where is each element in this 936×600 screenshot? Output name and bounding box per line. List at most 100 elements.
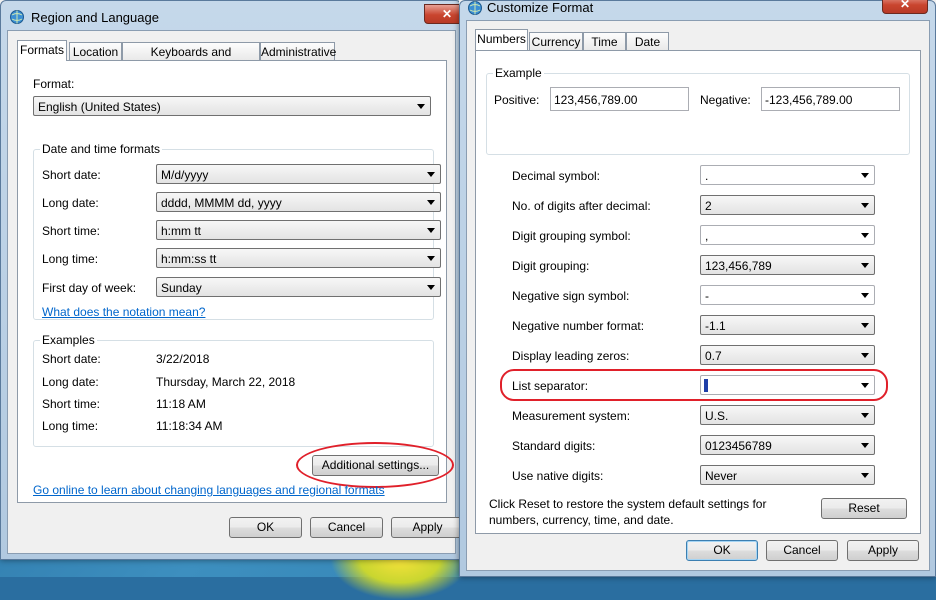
decimal-symbol-combo[interactable]: . [700, 165, 875, 185]
tab-currency[interactable]: Currency [529, 32, 583, 50]
customize-window-body: Numbers Currency Time Date Example Posit… [466, 20, 930, 571]
example-legend: Example [493, 66, 544, 80]
region-window-title: Region and Language [31, 10, 159, 25]
positive-example-field: 123,456,789.00 [550, 87, 689, 111]
negative-sign-symbol-value: - [705, 289, 709, 303]
reset-note-line-1: Click Reset to restore the system defaul… [489, 497, 767, 511]
format-label: Format: [33, 77, 75, 91]
tab-date[interactable]: Date [626, 32, 669, 50]
customize-close-button[interactable]: ✕ [882, 0, 928, 14]
example-short-time-label: Short time: [42, 397, 101, 411]
digits-after-decimal-value: 2 [705, 199, 712, 213]
digit-grouping-symbol-label: Digit grouping symbol: [512, 229, 631, 243]
example-short-date-label: Short date: [42, 352, 101, 366]
reset-note-line-2: numbers, currency, time, and date. [489, 513, 674, 527]
chevron-down-icon [861, 173, 869, 178]
example-long-time-label: Long time: [42, 419, 99, 433]
negative-example-field: -123,456,789.00 [761, 87, 900, 111]
negative-sign-symbol-combo[interactable]: - [700, 285, 875, 305]
native-digits-label: Use native digits: [512, 469, 604, 483]
additional-settings-highlight [296, 442, 454, 488]
example-group [486, 73, 910, 155]
tab-time[interactable]: Time [583, 32, 626, 50]
negative-label: Negative: [700, 93, 751, 107]
short-time-label: Short time: [42, 224, 101, 238]
leading-zeros-value: 0.7 [705, 349, 722, 363]
customize-apply-button[interactable]: Apply [847, 540, 919, 561]
tab-administrative[interactable]: Administrative [260, 42, 336, 60]
first-day-label: First day of week: [42, 281, 137, 295]
format-dropdown[interactable]: English (United States) [33, 96, 431, 116]
chevron-down-icon [427, 200, 435, 205]
standard-digits-dropdown[interactable]: 0123456789 [700, 435, 875, 455]
native-digits-dropdown[interactable]: Never [700, 465, 875, 485]
leading-zeros-dropdown[interactable]: 0.7 [700, 345, 875, 365]
measurement-system-dropdown[interactable]: U.S. [700, 405, 875, 425]
digit-grouping-value: 123,456,789 [705, 259, 772, 273]
measurement-system-value: U.S. [705, 409, 729, 423]
negative-number-format-value: -1.1 [705, 319, 726, 333]
list-separator-highlight [500, 369, 888, 401]
digit-grouping-label: Digit grouping: [512, 259, 590, 273]
standard-digits-value: 0123456789 [705, 439, 772, 453]
customize-cancel-button[interactable]: Cancel [766, 540, 838, 561]
example-short-date-value: 3/22/2018 [156, 352, 210, 366]
format-value: English (United States) [38, 100, 161, 114]
leading-zeros-label: Display leading zeros: [512, 349, 630, 363]
formats-page: Format: English (United States) Date and… [17, 60, 454, 503]
notation-help-link[interactable]: What does the notation mean? [42, 305, 205, 319]
numbers-page: Example Positive: 123,456,789.00 Negativ… [475, 50, 921, 534]
tab-numbers[interactable]: Numbers [475, 29, 528, 50]
example-long-time-value: 11:18:34 AM [156, 419, 223, 433]
short-date-dropdown[interactable]: M/d/yyyy [156, 164, 441, 184]
long-date-label: Long date: [42, 196, 99, 210]
tab-formats[interactable]: Formats [17, 40, 67, 61]
digit-grouping-symbol-combo[interactable]: , [700, 225, 875, 245]
long-time-dropdown[interactable]: h:mm:ss tt [156, 248, 441, 268]
digit-grouping-dropdown[interactable]: 123,456,789 [700, 255, 875, 275]
negative-example-value: -123,456,789.00 [765, 93, 853, 107]
digit-grouping-symbol-value: , [705, 229, 709, 243]
first-day-value: Sunday [161, 281, 202, 295]
customize-format-window: Customize Format ✕ Numbers Currency Time… [459, 0, 936, 577]
digits-after-decimal-dropdown[interactable]: 2 [700, 195, 875, 215]
online-regional-formats-link[interactable]: Go online to learn about changing langua… [33, 483, 385, 497]
chevron-down-icon [861, 443, 869, 448]
region-language-window: Region and Language ✕ Formats Location K… [0, 0, 470, 560]
globe-icon [468, 1, 482, 15]
first-day-dropdown[interactable]: Sunday [156, 277, 441, 297]
reset-button[interactable]: Reset [821, 498, 907, 519]
standard-digits-label: Standard digits: [512, 439, 596, 453]
chevron-down-icon [861, 353, 869, 358]
chevron-down-icon [861, 203, 869, 208]
short-date-label: Short date: [42, 168, 101, 182]
positive-example-value: 123,456,789.00 [554, 93, 638, 107]
chevron-down-icon [861, 293, 869, 298]
chevron-down-icon [861, 473, 869, 478]
decimal-symbol-value: . [705, 169, 709, 183]
long-time-label: Long time: [42, 252, 99, 266]
chevron-down-icon [427, 256, 435, 261]
region-ok-button[interactable]: OK [229, 517, 302, 538]
long-date-dropdown[interactable]: dddd, MMMM dd, yyyy [156, 192, 441, 212]
native-digits-value: Never [705, 469, 738, 483]
chevron-down-icon [861, 233, 869, 238]
chevron-down-icon [427, 285, 435, 290]
customize-window-title: Customize Format [487, 0, 594, 15]
negative-number-format-dropdown[interactable]: -1.1 [700, 315, 875, 335]
examples-legend: Examples [40, 333, 97, 347]
long-date-value: dddd, MMMM dd, yyyy [161, 196, 282, 210]
region-cancel-button[interactable]: Cancel [310, 517, 383, 538]
short-time-value: h:mm tt [161, 224, 202, 238]
customize-ok-button[interactable]: OK [686, 540, 758, 561]
tab-keyboards-languages[interactable]: Keyboards and Languages [122, 42, 260, 77]
digits-after-decimal-label: No. of digits after decimal: [512, 199, 651, 213]
short-time-dropdown[interactable]: h:mm tt [156, 220, 441, 240]
chevron-down-icon [417, 104, 425, 109]
chevron-down-icon [427, 172, 435, 177]
short-date-value: M/d/yyyy [161, 168, 209, 182]
chevron-down-icon [861, 323, 869, 328]
region-apply-button[interactable]: Apply [391, 517, 464, 538]
tab-location[interactable]: Location [69, 42, 122, 60]
globe-icon [10, 10, 24, 24]
